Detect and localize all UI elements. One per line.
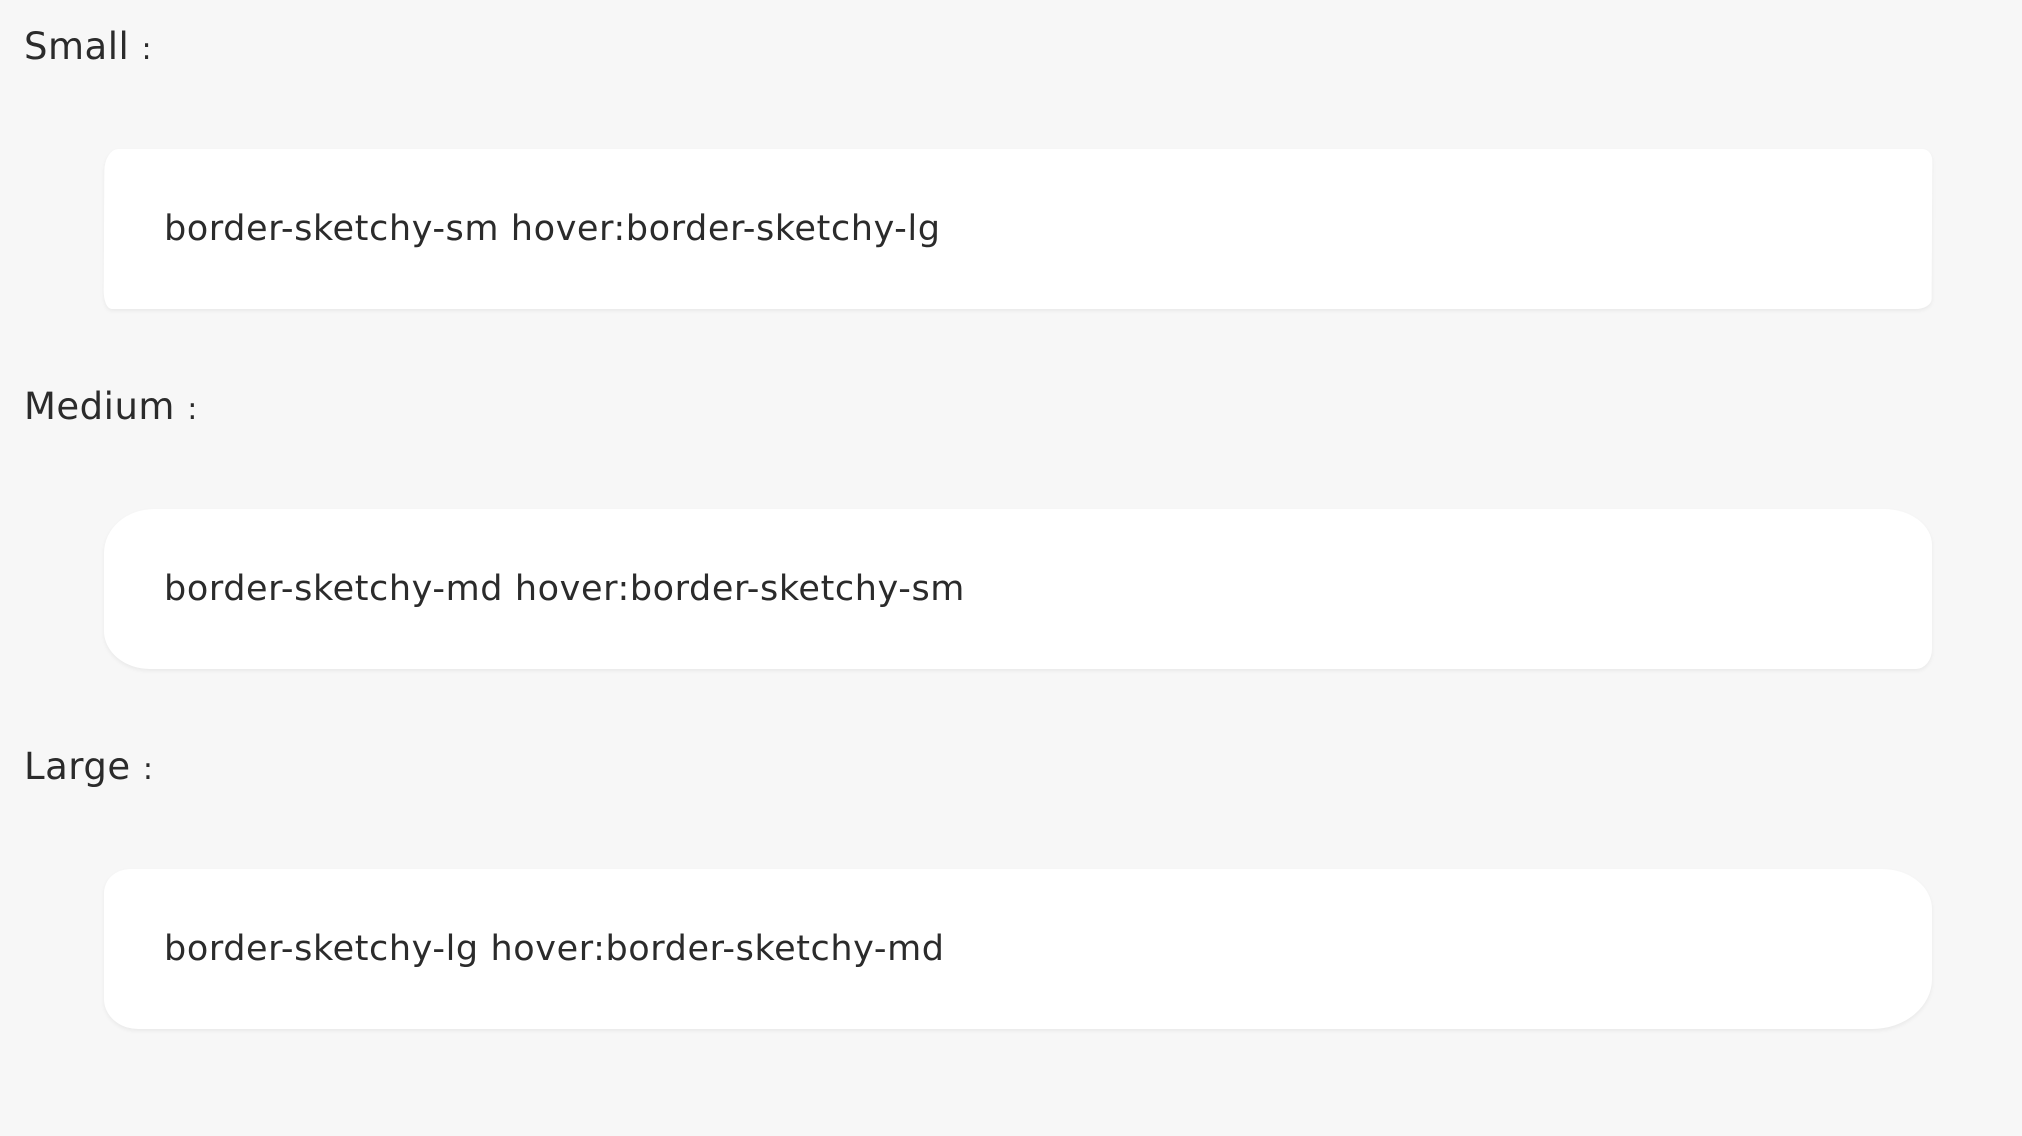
section-label-text: Small: [24, 25, 130, 68]
card-text: border-sketchy-lg hover:border-sketchy-m…: [164, 929, 945, 969]
section-label-medium: Medium :: [24, 388, 198, 425]
section-label-small: Small :: [24, 28, 152, 65]
section-label-large: Large :: [24, 748, 153, 785]
sketchy-card-medium[interactable]: border-sketchy-md hover:border-sketchy-s…: [104, 509, 1932, 669]
section-label-colon: :: [141, 32, 153, 67]
sketchy-card-large[interactable]: border-sketchy-lg hover:border-sketchy-m…: [104, 869, 1932, 1029]
section-label-colon: :: [187, 392, 198, 427]
section-label-text: Large: [24, 745, 131, 788]
card-text: border-sketchy-sm hover:border-sketchy-l…: [163, 209, 941, 249]
section-label-colon: :: [142, 752, 154, 787]
card-text: border-sketchy-md hover:border-sketchy-s…: [164, 569, 965, 609]
section-label-text: Medium: [24, 385, 175, 428]
sketchy-card-small[interactable]: border-sketchy-sm hover:border-sketchy-l…: [103, 149, 1933, 309]
